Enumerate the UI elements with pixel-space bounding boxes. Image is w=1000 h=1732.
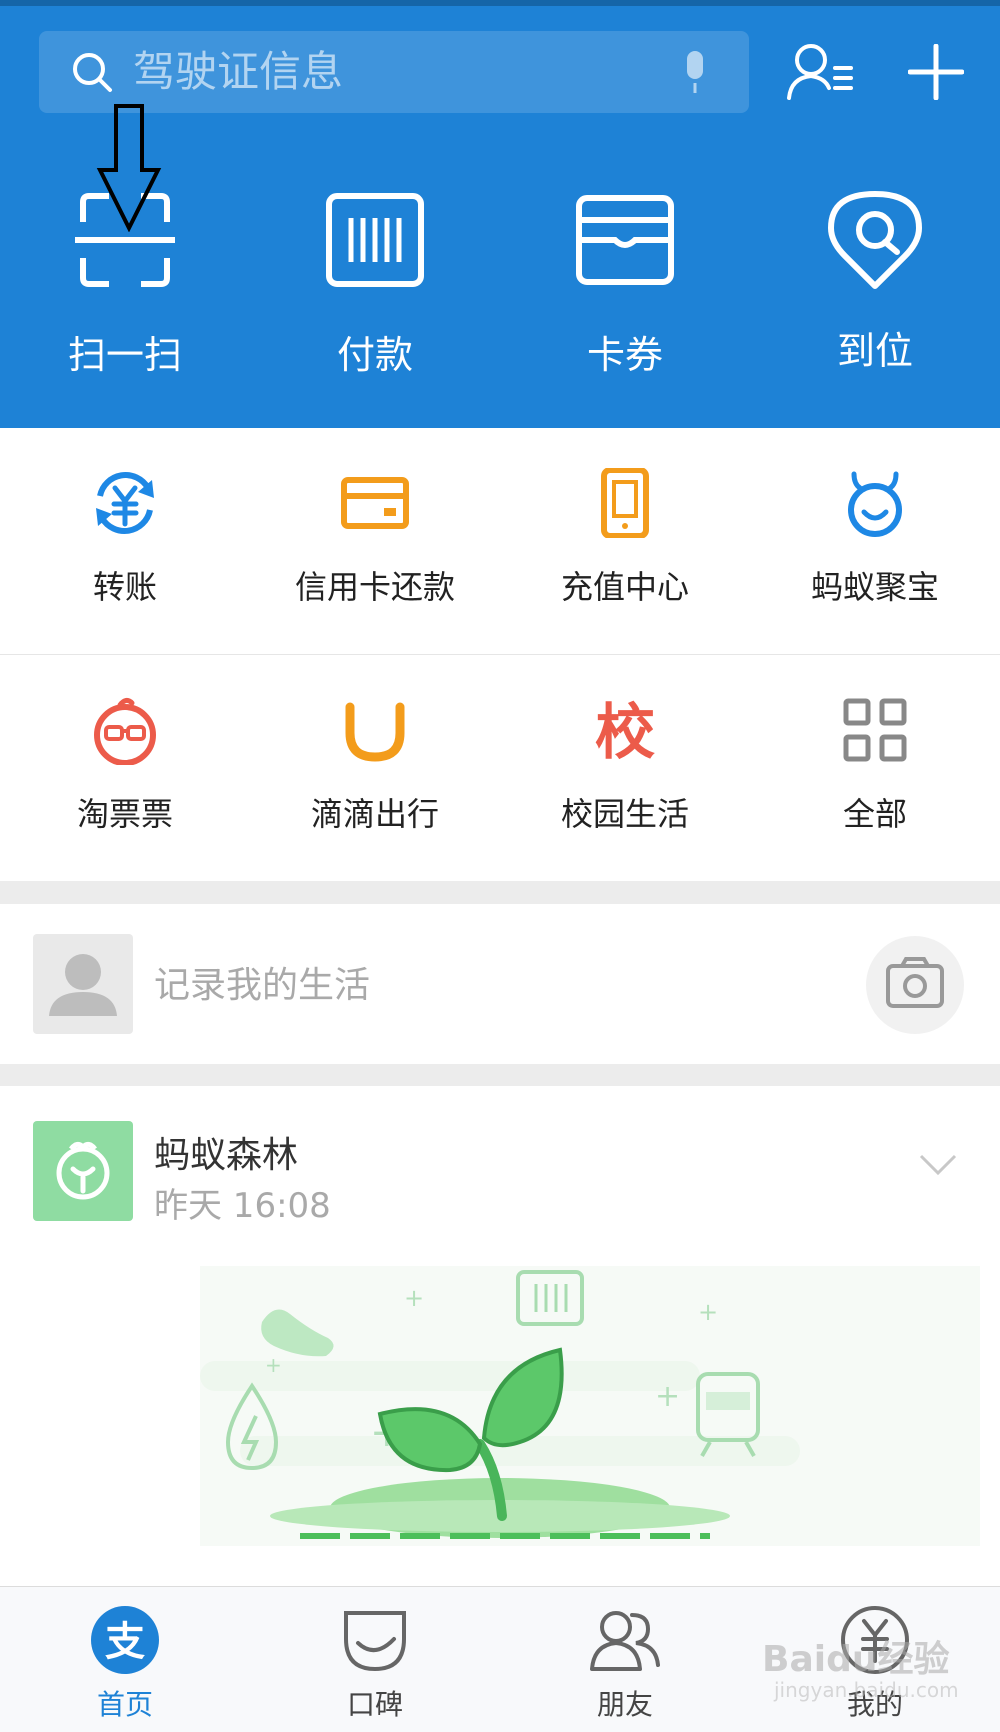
pay-button[interactable]: 付款 — [250, 190, 500, 390]
didi-label: 滴滴出行 — [310, 795, 439, 833]
phone-recharge-icon — [601, 468, 649, 538]
transfer-yuan-icon — [96, 472, 154, 534]
search-bar[interactable]: 驾驶证信息 — [39, 31, 749, 113]
didi-icon — [345, 702, 405, 762]
tab-home-label: 首页 — [96, 1688, 153, 1721]
search-icon — [73, 53, 112, 92]
microphone-icon[interactable] — [680, 49, 710, 95]
ant-forest-icon — [56, 1141, 110, 1200]
credit-card-repay-button[interactable]: 信用卡还款 — [250, 428, 500, 654]
location-pin-icon — [828, 191, 922, 289]
campus-life-button[interactable]: 校 校园生活 — [500, 655, 750, 881]
camera-button[interactable] — [866, 936, 964, 1034]
tab-koubei[interactable]: 口碑 — [250, 1587, 500, 1732]
tab-koubei-label: 口碑 — [346, 1688, 403, 1721]
taopiaopiao-label: 淘票票 — [76, 795, 173, 833]
watermark-brand: Baidu经验 — [762, 1639, 950, 1680]
campus-icon: 校 — [595, 698, 655, 765]
search-placeholder: 驾驶证信息 — [133, 47, 344, 96]
default-avatar-icon — [49, 954, 117, 1016]
credit-card-icon — [341, 477, 409, 529]
camera-icon — [886, 957, 944, 1008]
koubei-icon — [344, 1611, 406, 1672]
post-placeholder: 记录我的生活 — [154, 965, 371, 1006]
campus-life-label: 校园生活 — [560, 795, 689, 833]
taopiaopiao-icon — [94, 697, 156, 765]
tab-friends-label: 朋友 — [596, 1688, 653, 1721]
ant-fortune-label: 蚂蚁聚宝 — [810, 568, 939, 606]
svg-text:+: + — [655, 1379, 680, 1414]
svg-text:+: + — [265, 1353, 282, 1377]
svg-text:+: + — [404, 1284, 424, 1312]
coupons-label: 卡券 — [586, 333, 663, 377]
pay-label: 付款 — [336, 333, 413, 377]
transfer-button[interactable]: 转账 — [0, 428, 250, 654]
annotation-arrow-icon — [96, 104, 162, 232]
contacts-icon[interactable] — [785, 40, 855, 104]
service-grid-row-1: 转账 信用卡还款 充值中心 蚂蚁聚宝 — [0, 428, 1000, 654]
watermark: Baidu经验 jingyan.baidu.com — [762, 1630, 962, 1710]
feed-card[interactable]: 蚂蚁森林 昨天 16:08 + + + + + + — [0, 1086, 1000, 1586]
campus-glyph: 校 — [595, 698, 655, 765]
tab-friends[interactable]: 朋友 — [500, 1587, 750, 1732]
card-wallet-icon — [576, 195, 674, 285]
post-composer[interactable]: 记录我的生活 — [0, 904, 1000, 1064]
friends-icon — [590, 1611, 660, 1671]
status-bar-edge — [0, 0, 1000, 6]
all-services-button[interactable]: 全部 — [750, 655, 1000, 881]
chevron-down-icon[interactable] — [918, 1152, 958, 1178]
ant-forest-illustration: + + + + + + — [200, 1266, 980, 1546]
coupons-button[interactable]: 卡券 — [500, 190, 750, 390]
ant-fortune-icon — [848, 471, 902, 537]
section-divider-2 — [0, 1064, 1000, 1086]
avatar[interactable] — [33, 934, 133, 1034]
section-divider — [0, 881, 1000, 904]
tab-home[interactable]: 支 首页 — [0, 1587, 250, 1732]
didi-button[interactable]: 滴滴出行 — [250, 655, 500, 881]
ant-forest-logo — [33, 1121, 133, 1221]
transfer-label: 转账 — [92, 568, 157, 606]
feed-card-title: 蚂蚁森林 — [154, 1135, 299, 1176]
feed-card-time: 昨天 16:08 — [154, 1186, 331, 1226]
recharge-center-label: 充值中心 — [560, 568, 689, 606]
svg-text:支: 支 — [105, 1619, 145, 1665]
barcode-icon — [326, 193, 424, 287]
nearby-label: 到位 — [836, 329, 913, 373]
recharge-center-button[interactable]: 充值中心 — [500, 428, 750, 654]
taopiaopiao-button[interactable]: 淘票票 — [0, 655, 250, 881]
ant-fortune-button[interactable]: 蚂蚁聚宝 — [750, 428, 1000, 654]
plus-icon[interactable] — [908, 44, 964, 100]
svg-text:+: + — [698, 1298, 718, 1326]
watermark-url: jingyan.baidu.com — [774, 1678, 959, 1702]
nearby-button[interactable]: 到位 — [750, 190, 1000, 390]
all-services-label: 全部 — [842, 795, 907, 833]
alipay-home-icon: 支 — [91, 1606, 159, 1674]
service-grid-row-2: 淘票票 滴滴出行 校 校园生活 全部 — [0, 655, 1000, 881]
all-apps-grid-icon — [843, 698, 907, 762]
credit-card-repay-label: 信用卡还款 — [294, 568, 455, 606]
scan-label: 扫一扫 — [67, 333, 182, 377]
